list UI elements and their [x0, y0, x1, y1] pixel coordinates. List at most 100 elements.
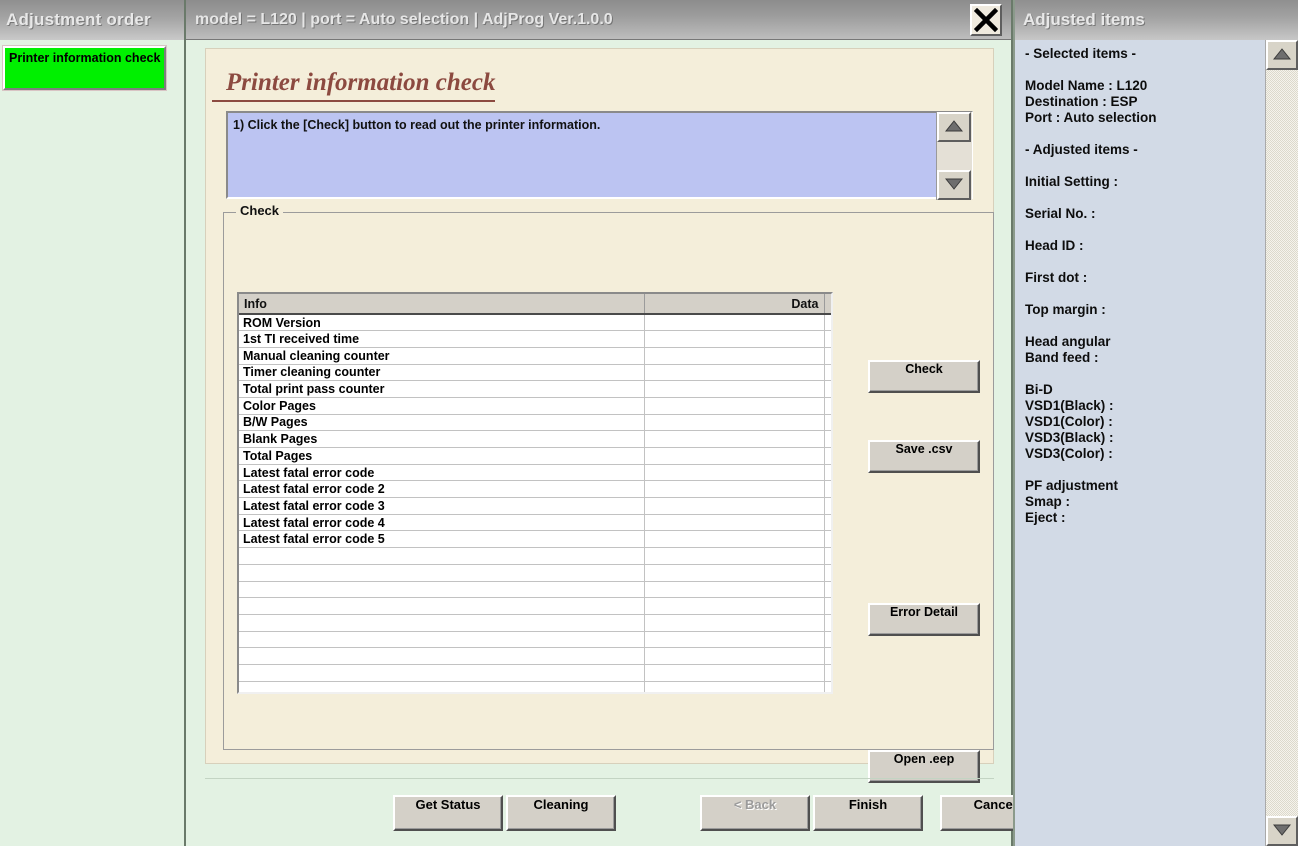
cell-info: ROM Version	[239, 314, 645, 332]
cell-spacer	[824, 664, 831, 682]
cell-data	[644, 647, 825, 665]
save-csv-button[interactable]: Save .csv	[868, 440, 980, 473]
table-row[interactable]: Timer cleaning counter	[239, 364, 831, 382]
scroll-down-icon[interactable]	[1266, 816, 1298, 846]
cell-info: Latest fatal error code 2	[239, 480, 645, 499]
table-row[interactable]	[239, 681, 831, 692]
cell-info: Blank Pages	[239, 430, 645, 448]
cell-data	[644, 330, 825, 348]
table-row[interactable]: B/W Pages	[239, 414, 831, 432]
table-row[interactable]: Blank Pages	[239, 430, 831, 448]
table-row[interactable]	[239, 631, 831, 649]
scroll-up-icon[interactable]	[1266, 40, 1298, 70]
eject-value: Eject :	[1025, 510, 1066, 525]
footer-divider	[205, 778, 994, 779]
table-row[interactable]: Color Pages	[239, 397, 831, 415]
table-row[interactable]: Total Pages	[239, 447, 831, 465]
cell-spacer	[824, 414, 831, 432]
sidebar: Adjustment order Printer information che…	[0, 0, 186, 846]
cell-data	[644, 631, 825, 649]
cell-info: Total print pass counter	[239, 380, 645, 398]
cell-data	[644, 681, 825, 692]
main-window: model = L120 | port = Auto selection | A…	[186, 0, 1050, 846]
table-row[interactable]	[239, 564, 831, 582]
table-row[interactable]	[239, 614, 831, 632]
column-header-data[interactable]: Data	[644, 294, 825, 315]
destination-value: Destination : ESP	[1025, 94, 1138, 109]
cell-data	[644, 497, 825, 515]
error-detail-button[interactable]: Error Detail	[868, 603, 980, 636]
column-header-info[interactable]: Info	[239, 294, 645, 315]
cell-spacer	[824, 530, 831, 549]
cell-info: 1st TI received time	[239, 330, 645, 348]
adjusted-items-heading: - Adjusted items -	[1025, 142, 1138, 157]
table-row[interactable]: Latest fatal error code	[239, 464, 831, 482]
scroll-up-icon[interactable]	[937, 112, 971, 142]
cell-info	[239, 664, 645, 682]
cell-data	[644, 464, 825, 482]
cell-info	[239, 581, 645, 599]
table-row[interactable]	[239, 597, 831, 615]
cell-spacer	[824, 447, 831, 465]
cell-spacer	[824, 397, 831, 415]
table-row[interactable]	[239, 547, 831, 565]
table-row[interactable]: Latest fatal error code 3	[239, 497, 831, 515]
cell-spacer	[824, 497, 831, 515]
cell-data	[644, 530, 825, 549]
printer-info-table-container[interactable]: Info Data ROM Version 1st TI received tim…	[237, 292, 833, 694]
finish-button[interactable]: Finish	[813, 795, 923, 831]
cell-info: Color Pages	[239, 397, 645, 415]
cell-info	[239, 564, 645, 582]
column-header-spacer	[824, 294, 831, 315]
check-group-label: Check	[236, 203, 284, 218]
adjusted-items-scrollbar[interactable]	[1265, 40, 1298, 846]
table-row[interactable]: ROM Version	[239, 314, 831, 332]
instructions-scrollbar[interactable]	[936, 112, 972, 200]
cell-info: Timer cleaning counter	[239, 364, 645, 382]
cell-data	[644, 480, 825, 499]
printer-info-table: Info Data ROM Version 1st TI received tim…	[239, 294, 831, 692]
table-row[interactable]	[239, 581, 831, 599]
cell-data	[644, 430, 825, 448]
footer-bar: Get Status Cleaning < Back Finish Cancel	[186, 795, 1050, 841]
table-row[interactable]	[239, 647, 831, 665]
model-name-value: Model Name : L120	[1025, 78, 1148, 93]
table-row[interactable]: Latest fatal error code 5	[239, 530, 831, 549]
cell-spacer	[824, 514, 831, 532]
scroll-down-icon[interactable]	[937, 170, 971, 200]
port-value: Port : Auto selection	[1025, 110, 1157, 125]
cell-data	[644, 514, 825, 532]
sidebar-item-printer-information-check[interactable]: Printer information check	[3, 46, 166, 90]
cell-data	[644, 614, 825, 632]
initial-setting-value: Initial Setting :	[1025, 174, 1118, 189]
table-row[interactable]: 1st TI received time	[239, 330, 831, 348]
title-bar-text: model = L120 | port = Auto selection | A…	[195, 11, 613, 28]
adjusted-items-panel: Adjusted items - Selected items - Model …	[1013, 0, 1298, 846]
cell-spacer	[824, 681, 831, 692]
cell-data	[644, 564, 825, 582]
cell-data	[644, 314, 825, 332]
table-row[interactable]: Total print pass counter	[239, 380, 831, 398]
table-row[interactable]	[239, 664, 831, 682]
table-row[interactable]: Latest fatal error code 2	[239, 480, 831, 499]
cell-info	[239, 547, 645, 565]
first-dot-value: First dot :	[1025, 270, 1088, 285]
close-icon[interactable]	[970, 4, 1002, 36]
adjprog-window: Adjustment order Printer information che…	[0, 0, 1298, 846]
cleaning-button[interactable]: Cleaning	[506, 795, 616, 831]
table-row[interactable]: Manual cleaning counter	[239, 347, 831, 365]
table-header-row: Info Data	[239, 294, 831, 315]
check-button[interactable]: Check	[868, 360, 980, 393]
cell-spacer	[824, 547, 831, 565]
smap-value: Smap :	[1025, 494, 1071, 509]
sidebar-title: Adjustment order	[0, 0, 184, 40]
cell-info	[239, 681, 645, 692]
cell-data	[644, 380, 825, 398]
cell-spacer	[824, 380, 831, 398]
cell-spacer	[824, 314, 831, 332]
table-row[interactable]: Latest fatal error code 4	[239, 514, 831, 532]
get-status-button[interactable]: Get Status	[393, 795, 503, 831]
cell-spacer	[824, 364, 831, 382]
adjustment-order-list: Printer information check	[0, 40, 184, 90]
cell-info: Latest fatal error code 5	[239, 530, 645, 549]
